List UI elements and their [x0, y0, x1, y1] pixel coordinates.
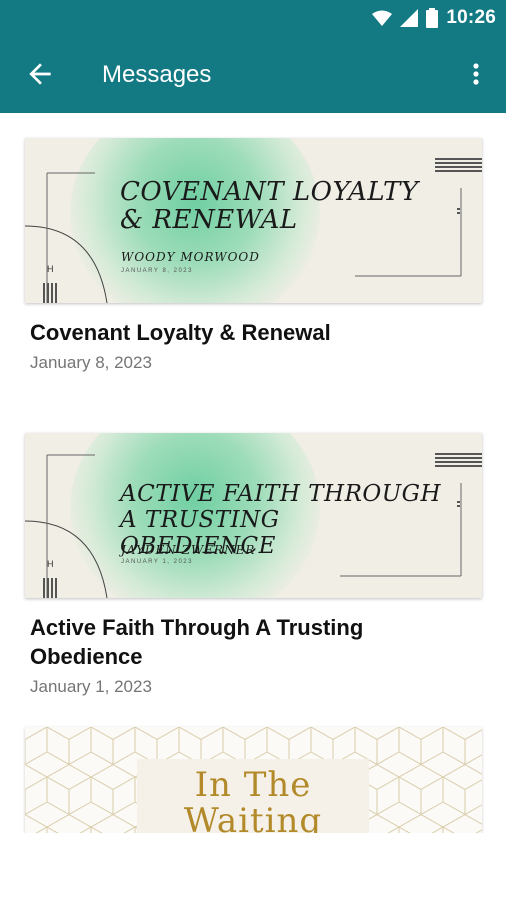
svg-text:H: H [47, 264, 54, 274]
message-banner-1[interactable]: H Covenant Loyalty & Renewal Woody Morwo… [25, 138, 482, 303]
banner-speaker: Woody Morwood [121, 250, 260, 264]
system-nav-bar [0, 833, 506, 900]
message-list: H Covenant Loyalty & Renewal Woody Morwo… [0, 113, 506, 833]
message-banner-2[interactable]: H Active Faith Through A Trusting Obedie… [25, 433, 482, 598]
banner-date: January 1, 2023 [121, 559, 193, 565]
banner-speaker: Jayden Zwerner [121, 543, 256, 557]
signal-icon [400, 9, 419, 27]
back-button[interactable] [24, 58, 56, 90]
overflow-menu-button[interactable] [464, 58, 488, 90]
wifi-icon [372, 10, 393, 26]
banner-title: In The Waiting [183, 765, 323, 833]
message-date: January 8, 2023 [30, 353, 152, 372]
status-icons: 10:26 [372, 6, 496, 30]
message-date: January 1, 2023 [30, 677, 152, 696]
message-title[interactable]: Active Faith Through A Trusting Obedienc… [30, 613, 470, 671]
app-bar: Messages [0, 36, 506, 113]
message-banner-3[interactable]: In The Waiting [25, 727, 482, 833]
banner-title: Covenant Loyalty & Renewal [120, 177, 419, 235]
status-time: 10:26 [446, 7, 496, 28]
message-title[interactable]: Covenant Loyalty & Renewal [30, 318, 470, 347]
battery-icon [426, 8, 439, 28]
status-bar: 10:26 [0, 0, 506, 36]
page-title: Messages [102, 61, 212, 88]
banner-date: January 8, 2023 [121, 268, 193, 274]
arrow-back-icon [29, 63, 51, 85]
more-vert-icon [473, 63, 479, 85]
svg-text:H: H [47, 559, 54, 569]
